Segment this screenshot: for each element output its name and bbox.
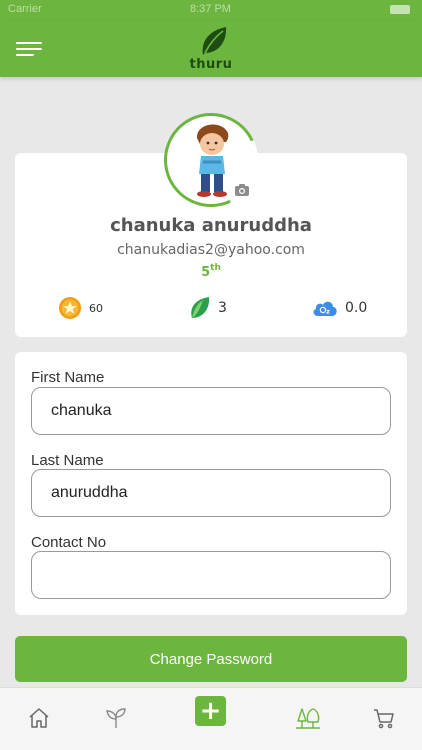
add-icon[interactable]: + (195, 696, 226, 726)
profile-email: chanukadias2@yahoo.com (117, 242, 305, 258)
rank-number: 5 (201, 265, 211, 280)
trees-value: 3 (218, 300, 227, 316)
logo-text: thuru (189, 57, 233, 72)
o2-cloud-icon (313, 301, 337, 316)
app-logo: thuru (186, 25, 236, 73)
trees-icon[interactable] (295, 706, 321, 730)
contact-no-label: Contact No (31, 534, 107, 551)
profile-name: chanuka anuruddha (110, 215, 312, 236)
status-time: 8:37 PM (190, 3, 231, 15)
app-header: thuru (0, 20, 422, 77)
home-icon[interactable] (27, 706, 51, 730)
last-name-input[interactable] (31, 469, 391, 517)
leaf-icon (191, 297, 210, 318)
carrier-label: Carrier (8, 3, 42, 15)
rank-suffix: th (210, 263, 221, 273)
oxygen-value: 0.0 (345, 300, 368, 316)
change-password-button[interactable]: Change Password (15, 636, 407, 682)
hamburger-menu-icon[interactable] (16, 42, 42, 56)
bottom-nav: + (0, 687, 422, 750)
points-value: 60 (89, 301, 103, 315)
battery-icon (390, 5, 410, 14)
camera-icon[interactable] (234, 183, 250, 197)
leaf-logo-icon (202, 27, 227, 55)
last-name-label: Last Name (31, 452, 104, 469)
first-name-label: First Name (31, 369, 105, 386)
sprout-icon[interactable] (104, 706, 128, 730)
trees-stat: 3 (189, 296, 227, 320)
contact-no-input[interactable] (31, 551, 391, 599)
status-bar: Carrier 8:37 PM (0, 0, 422, 20)
profile-rank: 5th (15, 263, 407, 280)
star-coin-icon (59, 297, 81, 319)
points-stat: 60 (58, 296, 103, 320)
oxygen-stat: 0.0 (312, 296, 367, 320)
cart-icon[interactable] (372, 706, 396, 730)
first-name-input[interactable] (31, 387, 391, 435)
